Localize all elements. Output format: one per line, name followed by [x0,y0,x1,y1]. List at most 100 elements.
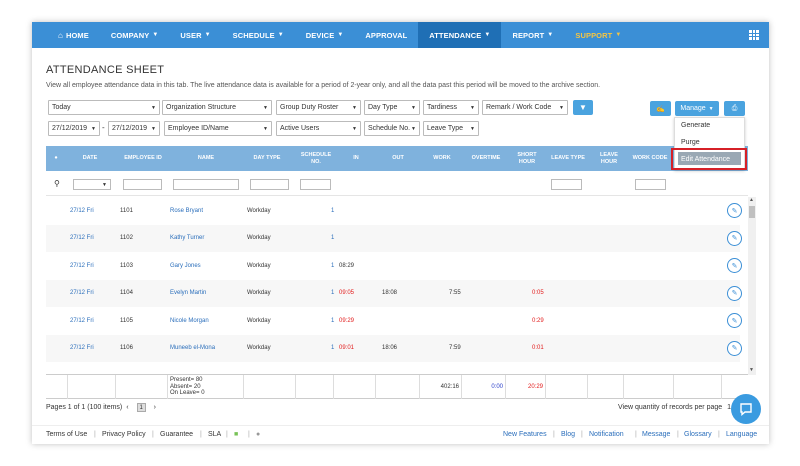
row-name[interactable]: Evelyn Martin [170,280,206,308]
nav-device[interactable]: DEVICE ▼ [295,22,355,48]
menu-item-generate[interactable]: Generate [675,118,744,135]
language-link[interactable]: Language [726,431,757,438]
edit-row-button[interactable]: ✎ [727,313,742,328]
name-filter-input[interactable] [173,179,239,190]
employee-select[interactable]: Employee ID/Name ▼ [164,121,272,136]
manage-button[interactable]: Manage ▼ [675,101,719,116]
nav-support[interactable]: SUPPORT ▼ [564,22,632,48]
sla-link[interactable]: SLA [208,431,221,438]
edit-row-button[interactable]: ✎ [727,230,742,246]
row-date[interactable]: 27/12 Fri [70,280,94,308]
col-work-code[interactable]: WORK CODE [630,146,670,171]
edit-row-button[interactable]: ✎ [727,340,742,356]
col-date[interactable]: DATE [68,146,112,171]
expand-all-icon[interactable]: ● [50,146,62,171]
scroll-up-icon[interactable]: ▲ [749,197,754,203]
col-leave-hour[interactable]: LEAVE HOUR [596,146,622,171]
caret-down-icon: ▼ [484,32,491,38]
row-in: 08:29 [339,262,355,269]
apple-icon[interactable]: ● [256,431,260,438]
row-name[interactable]: Nicole Morgan [170,307,209,335]
chevron-down-icon: ▼ [470,126,475,132]
row-schedule[interactable]: 1 [331,225,334,253]
nav-user[interactable]: USER ▼ [169,22,221,48]
fingerprint-button[interactable]: ✍ [650,101,671,116]
period-select[interactable]: Today ▼ [48,100,160,115]
remark-select[interactable]: Remark / Work Code ▼ [482,100,568,115]
nav-attendance[interactable]: ATTENDANCE ▼ [418,22,502,48]
page-number-button[interactable]: 1 [136,403,146,412]
print-button[interactable]: ⎙ [724,101,745,116]
row-schedule[interactable]: 1 [331,252,334,280]
col-schedule-no[interactable]: SCHEDULE NO. [298,146,334,171]
scroll-thumb[interactable] [749,206,755,218]
date-to-input[interactable]: 27/12/2019 ▼ [108,121,160,136]
users-select[interactable]: Active Users ▼ [276,121,361,136]
prev-page-icon[interactable]: ‹ [126,404,128,411]
org-structure-select[interactable]: Organization Structure ▼ [162,100,272,115]
row-short-hour: 0:29 [532,317,544,324]
apps-grid-icon[interactable] [749,30,759,40]
row-date[interactable]: 27/12 Fri [70,307,94,335]
blog-link[interactable]: Blog [561,431,575,438]
row-date[interactable]: 27/12 Fri [70,252,94,280]
row-schedule[interactable]: 1 [331,335,334,363]
employee-id-filter-input[interactable] [123,179,162,190]
col-day-type[interactable]: DAY TYPE [242,146,292,171]
col-short-hour[interactable]: SHORT HOUR [512,146,542,171]
edit-row-button[interactable]: ✎ [727,203,742,218]
row-name[interactable]: Rose Bryant [170,197,203,225]
col-in[interactable]: IN [338,146,374,171]
filter-button[interactable]: ▼ [573,100,593,115]
row-schedule[interactable]: 1 [331,280,334,308]
privacy-link[interactable]: Privacy Policy [102,431,146,438]
nav-schedule[interactable]: SCHEDULE ▼ [222,22,295,48]
table-scrollbar[interactable]: ▲ ▼ [748,197,756,375]
row-date[interactable]: 27/12 Fri [70,197,94,225]
android-icon[interactable]: ■ [234,431,238,438]
nav-approval[interactable]: APPROVAL [354,22,418,48]
schedule-filter-input[interactable] [300,179,331,190]
terms-link[interactable]: Terms of Use [46,431,87,438]
chevron-down-icon: ▼ [263,105,268,111]
leave-type-select[interactable]: Leave Type ▼ [423,121,479,136]
col-out[interactable]: OUT [380,146,416,171]
chat-button[interactable] [731,394,761,424]
row-name[interactable]: Gary Jones [170,252,201,280]
edit-row-button[interactable]: ✎ [727,285,742,301]
leave-type-filter-input[interactable] [551,179,582,190]
row-date[interactable]: 27/12 Fri [70,225,94,253]
glossary-link[interactable]: Glossary [684,431,712,438]
row-date[interactable]: 27/12 Fri [70,335,94,363]
col-name[interactable]: NAME [174,146,238,171]
col-work[interactable]: WORK [424,146,460,171]
col-leave-type[interactable]: LEAVE TYPE [546,146,590,171]
nav-report[interactable]: REPORT ▼ [501,22,564,48]
row-schedule[interactable]: 1 [331,197,334,225]
work-code-filter-input[interactable] [635,179,666,190]
message-link[interactable]: Message [642,431,670,438]
day-type-filter-input[interactable] [250,179,289,190]
day-type-select[interactable]: Day Type ▼ [364,100,420,115]
edit-row-button[interactable]: ✎ [727,258,742,273]
pagination-info: Pages 1 of 1 (100 items) [46,404,123,411]
row-name[interactable]: Kathy Turner [170,225,204,253]
scroll-down-icon[interactable]: ▼ [749,367,754,373]
notification-link[interactable]: Notification [589,431,624,438]
new-features-link[interactable]: New Features [503,431,547,438]
tardiness-select[interactable]: Tardiness ▼ [423,100,479,115]
schedule-no-select[interactable]: Schedule No. ▼ [364,121,420,136]
duty-roster-select[interactable]: Group Duty Roster ▼ [276,100,361,115]
row-schedule[interactable]: 1 [331,307,334,335]
next-page-icon[interactable]: › [154,404,156,411]
nav-home[interactable]: ⌂ HOME [32,22,100,48]
date-from-input[interactable]: 27/12/2019 ▼ [48,121,100,136]
row-day-type: Workday [247,345,271,352]
col-overtime[interactable]: OVERTIME [464,146,508,171]
col-employee-id[interactable]: EMPLOYEE ID [116,146,170,171]
chevron-down-icon: ▼ [411,105,416,111]
row-name[interactable]: Muneeb el-Mona [170,335,215,363]
date-filter-select[interactable]: ▼ [73,179,111,190]
guarantee-link[interactable]: Guarantee [160,431,193,438]
nav-company[interactable]: COMPANY ▼ [100,22,170,48]
